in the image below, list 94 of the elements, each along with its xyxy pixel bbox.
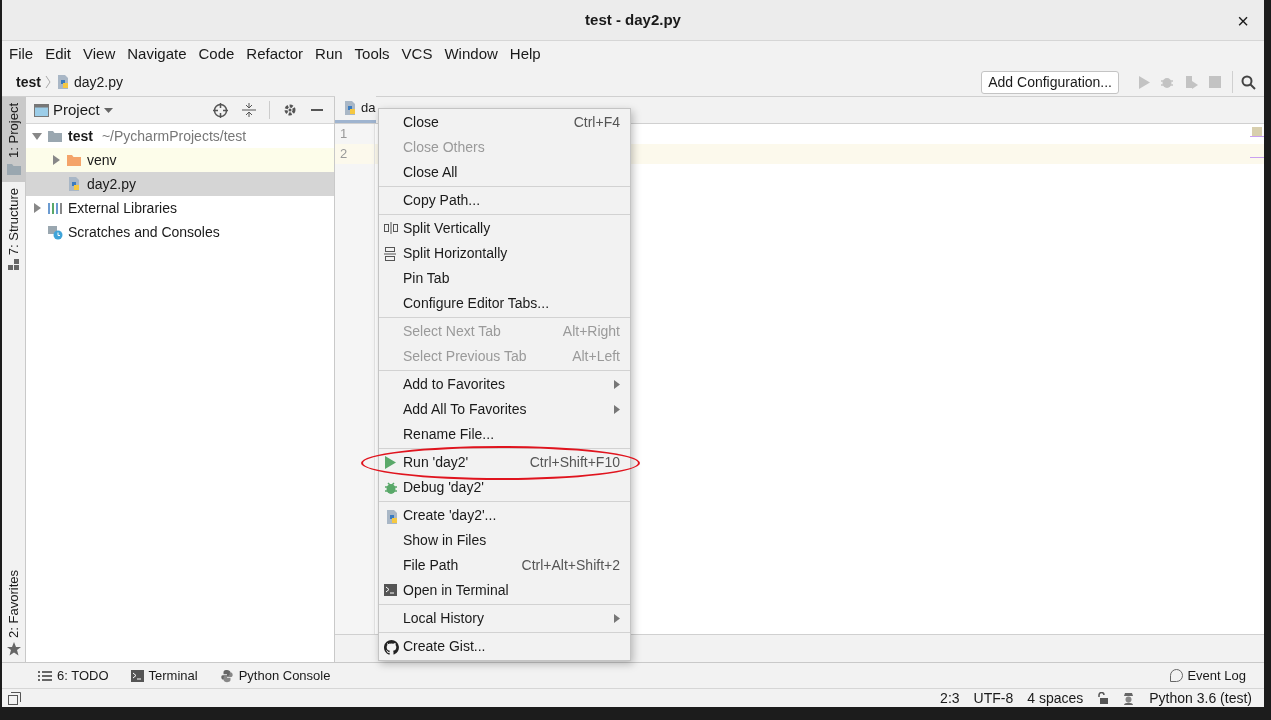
bug-icon[interactable]	[1160, 75, 1174, 89]
event-log-button[interactable]: Event Log	[1170, 665, 1246, 686]
interpreter-label[interactable]: Python 3.6 (test)	[1149, 687, 1252, 709]
menu-item[interactable]: View	[82, 43, 117, 66]
python-icon	[219, 668, 234, 683]
menu-item[interactable]: Copy Path...	[379, 188, 630, 213]
unlock-icon	[1097, 692, 1109, 704]
stop-icon[interactable]	[1209, 76, 1221, 88]
structure-icon	[7, 259, 20, 272]
menu-item[interactable]: Add to Favorites	[379, 372, 630, 397]
menu-item[interactable]: Rename File...	[379, 422, 630, 447]
menu-item[interactable]: Close All	[379, 160, 630, 185]
libraries-icon	[47, 201, 63, 215]
python-file-icon	[384, 509, 400, 525]
breadcrumb[interactable]: test	[16, 71, 41, 93]
line-number: 1	[339, 125, 349, 143]
python-file-icon	[342, 100, 358, 116]
menu-item[interactable]: Window	[443, 43, 499, 66]
menu-item[interactable]: Navigate	[126, 43, 188, 66]
search-icon[interactable]	[1241, 74, 1256, 90]
menu-item[interactable]: File	[8, 43, 35, 66]
python-file-icon	[66, 176, 82, 192]
editor-tab[interactable]: da	[335, 96, 376, 123]
close-button[interactable]: ×	[1232, 10, 1254, 32]
tool-window-tab[interactable]: 7: Structure	[2, 181, 25, 278]
menu-item[interactable]: Run 'day2' Ctrl+Shift+F10	[379, 450, 630, 475]
menu-item[interactable]: Close Ctrl+F4	[379, 110, 630, 135]
menu-item[interactable]: VCS	[400, 43, 434, 66]
minimize-icon[interactable]	[311, 109, 323, 111]
scratch-clock-icon	[47, 224, 63, 240]
menu-item[interactable]: Help	[508, 43, 542, 66]
folder-icon	[5, 161, 22, 176]
tool-window-button[interactable]: Python Console	[219, 665, 331, 686]
tree-item[interactable]: Scratches and Consoles	[26, 220, 334, 244]
tool-window-tab[interactable]: 1: Project	[2, 97, 25, 182]
settings-icon[interactable]	[283, 103, 297, 117]
tool-window-tab[interactable]: 2: Favorites	[2, 564, 25, 662]
caret-position[interactable]: 2:3	[940, 687, 960, 709]
menu-item[interactable]: Configure Editor Tabs...	[379, 291, 630, 316]
layout-toggle-icon	[8, 691, 21, 705]
submenu-arrow-icon	[614, 405, 620, 414]
github-icon	[384, 640, 399, 655]
menu-item[interactable]: Run	[314, 43, 344, 66]
project-view-dropdown[interactable]: Project	[53, 98, 113, 122]
submenu-arrow-icon	[614, 380, 620, 389]
crosshair-icon[interactable]	[213, 102, 228, 118]
menu-item[interactable]: Code	[197, 43, 236, 66]
coverage-icon[interactable]	[1184, 75, 1199, 89]
tree-item[interactable]: test ~/PycharmProjects/test	[26, 124, 334, 148]
bug-icon	[384, 481, 398, 495]
change-marker	[1250, 157, 1264, 158]
menu-item[interactable]: Create 'day2'...	[379, 503, 630, 528]
star-icon	[6, 642, 21, 656]
tree-item[interactable]: day2.py	[26, 172, 334, 196]
add-configuration-button[interactable]: Add Configuration...	[981, 70, 1119, 94]
menu-item[interactable]: Debug 'day2'	[379, 475, 630, 500]
split-vertical-icon	[384, 222, 398, 234]
menu-item[interactable]: Pin Tab	[379, 266, 630, 291]
menu-item[interactable]: Split Vertically	[379, 216, 630, 241]
terminal-icon	[130, 669, 144, 682]
indent-setting[interactable]: 4 spaces	[1027, 687, 1084, 709]
menu-item[interactable]: Tools	[353, 43, 391, 66]
play-icon	[384, 456, 396, 469]
split-horizontal-icon	[384, 247, 396, 261]
menu-item[interactable]: Show in Files	[379, 528, 630, 553]
inspection-marker	[1252, 127, 1262, 137]
dropdown-caret-icon	[103, 107, 113, 113]
menu-item[interactable]: Local History	[379, 606, 630, 631]
folder-icon	[47, 129, 63, 143]
menu-item[interactable]: File Path Ctrl+Alt+Shift+2	[379, 553, 630, 578]
collapse-icon[interactable]	[242, 103, 256, 117]
file-encoding[interactable]: UTF-8	[973, 687, 1014, 709]
panel-icon	[34, 103, 49, 117]
tree-item[interactable]: venv	[26, 148, 334, 172]
menu-item[interactable]: Add All To Favorites	[379, 397, 630, 422]
tool-window-button[interactable]: Terminal	[130, 665, 198, 686]
inspector-icon	[1122, 691, 1136, 705]
window-title: test - day2.py	[585, 9, 681, 30]
change-marker	[1250, 136, 1264, 137]
menu-item[interactable]: Open in Terminal	[379, 578, 630, 603]
tool-window-button[interactable]: 6: TODO	[38, 665, 109, 686]
folder-icon	[66, 153, 82, 167]
submenu-arrow-icon	[614, 614, 620, 623]
menu-item[interactable]: Split Horizontally	[379, 241, 630, 266]
line-number: 2	[335, 144, 374, 164]
tree-item[interactable]: External Libraries	[26, 196, 334, 220]
menu-item[interactable]: Edit	[44, 43, 73, 66]
speech-bubble-icon	[1170, 669, 1184, 682]
menu-item[interactable]: Refactor	[245, 43, 305, 66]
play-icon[interactable]	[1138, 75, 1150, 89]
terminal-icon	[384, 584, 397, 596]
list-icon	[38, 669, 52, 682]
chevron-icon	[44, 75, 51, 89]
breadcrumb[interactable]: day2.py	[54, 71, 123, 93]
